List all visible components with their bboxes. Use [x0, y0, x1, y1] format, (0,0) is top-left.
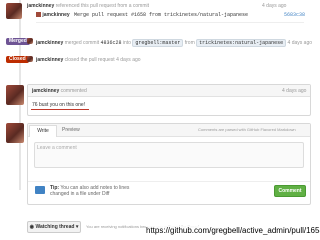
divider — [36, 22, 304, 23]
markdown-note: Comments are parsed with GitHub Flavored… — [198, 127, 296, 133]
comment-author[interactable]: jamckinney — [32, 88, 59, 94]
event-time: 4 days ago — [287, 40, 313, 46]
from-text: from — [184, 40, 195, 46]
comment-form: Write Preview Comments are parsed with G… — [27, 123, 311, 205]
event-text: merged commit — [64, 40, 100, 46]
avatar[interactable] — [27, 56, 33, 62]
event-user[interactable]: jamckinney — [36, 57, 63, 63]
into-text: into — [122, 40, 131, 46]
eye-icon: ◉ — [29, 224, 35, 230]
comment-button[interactable]: Comment — [274, 185, 306, 197]
comment-action: commented — [60, 88, 87, 94]
tip-icon — [35, 186, 45, 194]
source-url-watermark: https://github.com/gregbell/active_admin… — [146, 226, 320, 236]
commit-sha[interactable]: 5683c38 — [284, 12, 305, 18]
divider — [28, 181, 310, 182]
commit-row[interactable]: jamckinney Merge pull request #1658 from… — [36, 12, 304, 18]
avatar[interactable] — [27, 38, 33, 44]
comment-time: 4 days ago — [282, 88, 307, 94]
event-text: closed the pull request — [64, 57, 115, 63]
merge-commit-sha[interactable]: 4836c28 — [100, 40, 121, 46]
avatar[interactable] — [6, 85, 24, 105]
comment-placeholder: Leave a comment — [37, 145, 77, 151]
commit-author[interactable]: jamckinney — [42, 12, 69, 18]
avatar[interactable] — [6, 3, 22, 19]
tab-write[interactable]: Write — [29, 125, 57, 137]
chevron-down-icon: ▾ — [75, 224, 79, 230]
event-text: referenced this pull request from a comm… — [55, 3, 150, 9]
merge-event: jamckinney merged commit 4836c28 into gr… — [36, 39, 312, 47]
event-user[interactable]: jamckinney — [27, 3, 54, 9]
comment-meta: jamckinney commented — [32, 88, 87, 94]
event-time: 4 days ago — [262, 3, 287, 9]
event-time: 4 days ago — [116, 57, 141, 63]
close-event: jamckinney closed the pull request 4 day… — [36, 57, 141, 63]
markdown-note-text[interactable]: Comments are parsed with GitHub Flavored… — [198, 127, 296, 132]
comment-box: jamckinney commented 4 days ago 76 bust … — [27, 84, 311, 116]
event-user[interactable]: jamckinney — [36, 40, 63, 46]
avatar[interactable] — [6, 123, 24, 143]
tip-line-2: changed in a file under Diff — [50, 191, 110, 197]
closed-badge: Closed — [6, 56, 29, 63]
tab-preview[interactable]: Preview — [62, 127, 80, 133]
comment-body: 76 bust you on this one! — [32, 102, 86, 108]
base-branch: gregbell:master — [132, 39, 184, 47]
commit-avatar — [36, 12, 41, 18]
head-branch: trickinetes:natural-japanese — [196, 39, 287, 47]
watching-thread-label: Watching thread — [35, 224, 75, 230]
commit-message[interactable]: Merge pull request #1658 from trickinete… — [74, 12, 248, 18]
reference-event: jamckinney referenced this pull request … — [27, 3, 149, 9]
watching-thread-button[interactable]: ◉ Watching thread ▾ — [27, 221, 81, 233]
comment-underline — [31, 109, 89, 110]
